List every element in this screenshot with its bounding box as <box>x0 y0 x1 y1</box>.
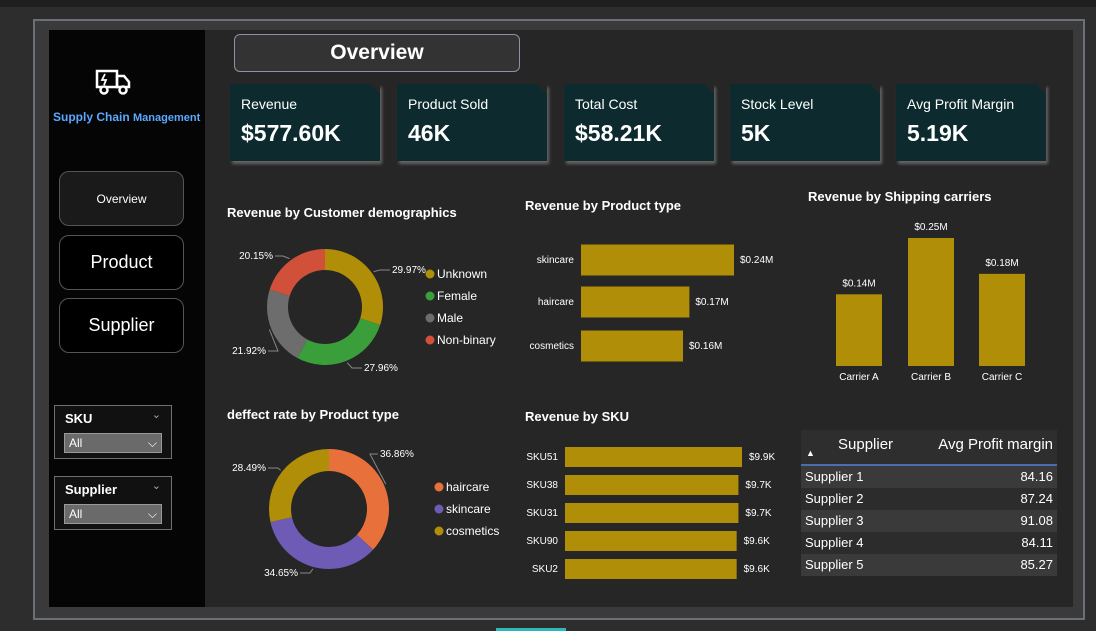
sku-bar <box>565 447 742 467</box>
demographics-leader-line <box>275 255 290 260</box>
sku-tick-label: SKU38 <box>526 480 558 491</box>
carrier-data-label: $0.14M <box>842 278 875 289</box>
defect-rate-data-label: 28.49% <box>232 463 266 474</box>
table-cell: Supplier 1 <box>805 469 864 484</box>
demographics-legend-item: Non-binary <box>437 333 496 347</box>
product-type-data-label: $0.24M <box>740 255 773 266</box>
table-row[interactable]: Supplier 5 85.27 <box>801 554 1057 576</box>
table-cell: Supplier 3 <box>805 513 864 528</box>
table-cell: 84.11 <box>1021 535 1053 550</box>
demographics-legend-marker <box>425 269 435 279</box>
product-type-tick-label: cosmetics <box>530 341 574 352</box>
sku-bar <box>565 503 739 523</box>
demographics-data-label: 29.97% <box>392 265 426 276</box>
table-cell: Supplier 2 <box>805 491 864 506</box>
carrier-bar <box>979 273 1025 366</box>
table-cell: Supplier 5 <box>805 557 864 572</box>
demographics-leader-line <box>373 269 390 273</box>
table-header: ▲ Supplier Avg Profit margin <box>801 430 1057 466</box>
defect-rate-slice <box>329 449 390 550</box>
carrier-bar <box>908 238 954 366</box>
table-row[interactable]: Supplier 2 87.24 <box>801 488 1057 510</box>
carrier-tick-label: Carrier C <box>982 372 1023 383</box>
table-row[interactable]: Supplier 4 84.11 <box>801 532 1057 554</box>
defect-rate-legend-item: cosmetics <box>446 524 499 538</box>
demographics-leader-line <box>346 362 362 369</box>
sku-data-label: $9.7K <box>745 508 771 519</box>
sku-bar <box>565 531 737 551</box>
product-type-tick-label: skincare <box>537 255 575 266</box>
demographics-data-label: 27.96% <box>364 363 398 374</box>
sku-bar <box>565 475 739 495</box>
defect-rate-legend-marker <box>434 526 444 536</box>
sku-tick-label: SKU31 <box>526 508 558 519</box>
sku-bar <box>565 559 737 579</box>
defect-rate-slice <box>270 517 374 570</box>
product-type-data-label: $0.17M <box>695 297 728 308</box>
sort-ascending-icon[interactable]: ▲ <box>806 448 815 458</box>
carrier-data-label: $0.25M <box>914 222 947 233</box>
table-cell: 85.27 <box>1020 557 1053 572</box>
defect-rate-data-label: 34.65% <box>264 568 298 579</box>
table-cell: 87.24 <box>1020 491 1053 506</box>
product-type-bar <box>581 286 690 318</box>
demographics-legend-item: Female <box>437 289 477 303</box>
table-cell: 91.08 <box>1020 513 1053 528</box>
demographics-legend-marker <box>425 291 435 301</box>
demographics-legend-marker <box>425 335 435 345</box>
defect-rate-leader-line <box>300 568 314 574</box>
defect-rate-legend-item: skincare <box>446 502 491 516</box>
demographics-slice <box>297 318 381 365</box>
sku-data-label: $9.6K <box>744 564 770 575</box>
defect-rate-leader-line <box>268 467 281 471</box>
table-cell: Supplier 4 <box>805 535 864 550</box>
column-header-supplier[interactable]: Supplier <box>838 436 893 453</box>
demographics-data-label: 21.92% <box>232 346 266 357</box>
sku-data-label: $9.7K <box>745 480 771 491</box>
table-row[interactable]: Supplier 1 84.16 <box>801 466 1057 488</box>
demographics-slice <box>266 289 308 358</box>
sku-data-label: $9.9K <box>749 452 775 463</box>
defect-rate-legend-marker <box>434 504 444 514</box>
carrier-data-label: $0.18M <box>985 258 1018 269</box>
demographics-legend-item: Unknown <box>437 267 487 281</box>
demographics-slice <box>325 249 383 325</box>
column-header-avg-profit-margin[interactable]: Avg Profit margin <box>938 436 1053 453</box>
sku-tick-label: SKU90 <box>526 536 558 547</box>
carrier-tick-label: Carrier A <box>839 372 879 383</box>
sku-tick-label: SKU2 <box>532 564 559 575</box>
product-type-bar <box>581 244 734 276</box>
demographics-legend-marker <box>425 313 435 323</box>
carrier-tick-label: Carrier B <box>911 372 951 383</box>
sku-data-label: $9.6K <box>744 536 770 547</box>
product-type-bar <box>581 330 683 362</box>
defect-rate-data-label: 36.86% <box>380 449 414 460</box>
carrier-bar <box>836 294 882 366</box>
table-cell: 84.16 <box>1020 469 1053 484</box>
demographics-data-label: 20.15% <box>239 251 273 262</box>
table-row[interactable]: Supplier 3 91.08 <box>801 510 1057 532</box>
sku-tick-label: SKU51 <box>526 452 558 463</box>
product-type-tick-label: haircare <box>538 297 575 308</box>
defect-rate-legend-item: haircare <box>446 480 490 494</box>
defect-rate-legend-marker <box>434 482 444 492</box>
product-type-data-label: $0.16M <box>689 341 722 352</box>
demographics-legend-item: Male <box>437 311 463 325</box>
supplier-table: ▲ Supplier Avg Profit margin Supplier 1 8… <box>801 430 1057 576</box>
defect-rate-slice <box>269 449 329 523</box>
